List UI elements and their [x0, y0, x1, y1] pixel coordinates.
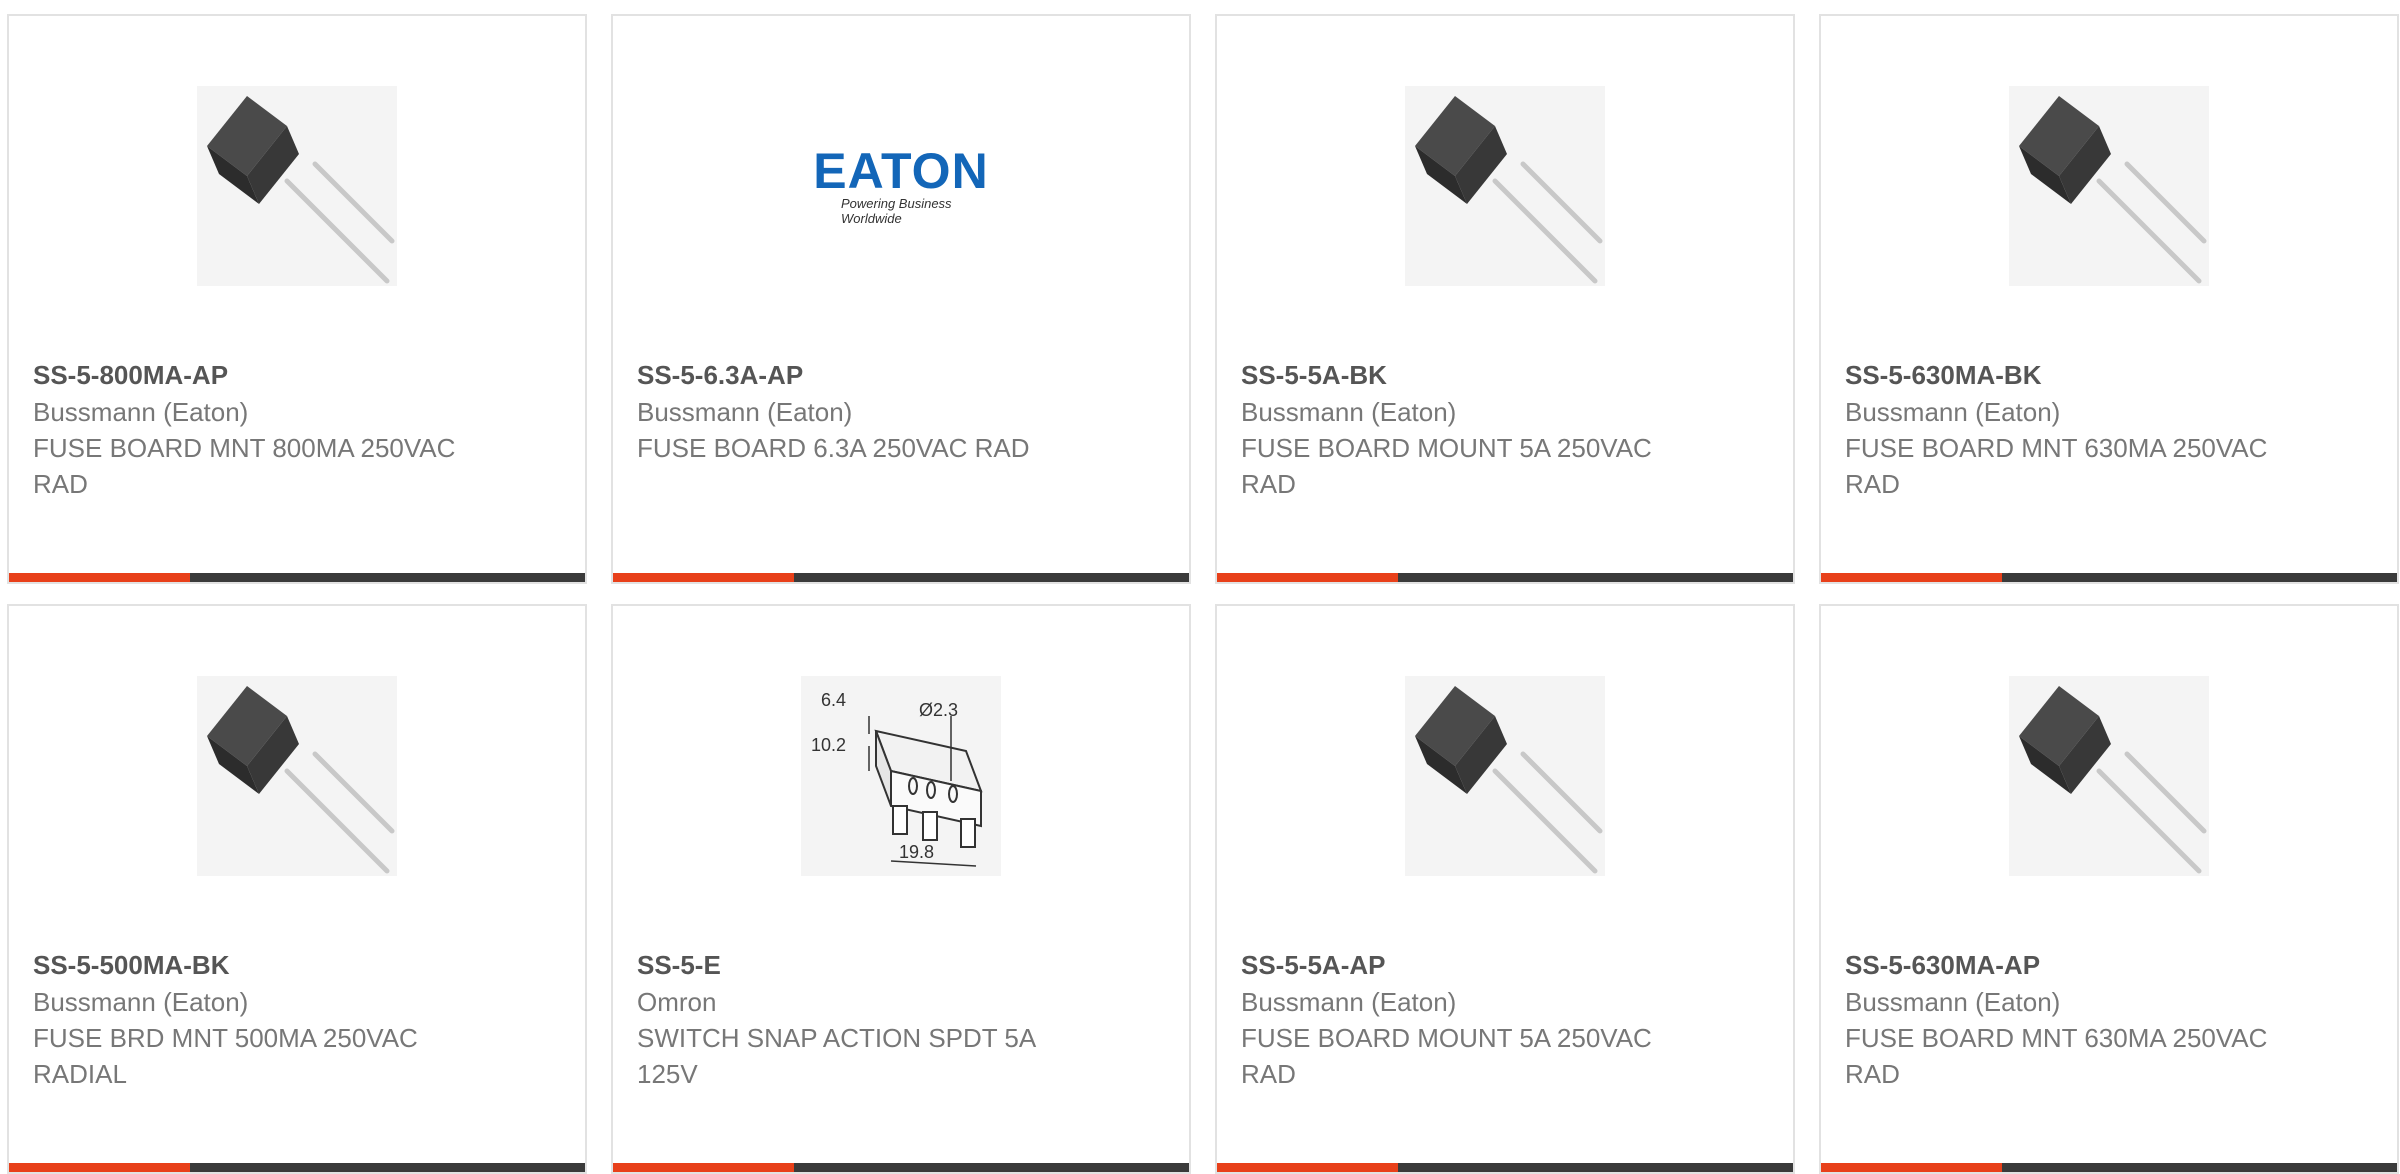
part-number[interactable]: SS-5-5A-BK: [1241, 356, 1769, 394]
card-accent-bar: [9, 573, 191, 582]
manufacturer: Bussmann (Eaton): [1845, 987, 2061, 1017]
description: FUSE BOARD 6.3A 250VAC RAD: [637, 433, 1030, 463]
description: FUSE BOARD MNT 630MA 250VAC RAD: [1845, 1023, 2268, 1089]
product-image[interactable]: 6.4 Ø2.3 10.2 19.8: [801, 676, 1001, 876]
product-card[interactable]: SS-5-500MA-BK Bussmann (Eaton) FUSE BRD …: [7, 604, 587, 1174]
fuse-icon: [1415, 686, 1603, 874]
product-card[interactable]: SS-5-5A-BK Bussmann (Eaton) FUSE BOARD M…: [1215, 14, 1795, 584]
part-number[interactable]: SS-5-5A-AP: [1241, 946, 1769, 984]
card-accent-bar: [9, 1163, 191, 1172]
card-bottom-bar: [1821, 1163, 2397, 1172]
dimension-label: 6.4: [821, 690, 846, 710]
card-accent-bar: [1821, 573, 2003, 582]
product-card[interactable]: SS-5-630MA-BK Bussmann (Eaton) FUSE BOAR…: [1819, 14, 2399, 584]
dimension-label: Ø2.3: [919, 700, 958, 720]
card-bottom-bar: [613, 573, 1189, 582]
manufacturer: Bussmann (Eaton): [33, 397, 249, 427]
product-grid: SS-5-800MA-AP Bussmann (Eaton) FUSE BOAR…: [7, 14, 2399, 1174]
card-accent-bar: [613, 1163, 795, 1172]
fuse-icon: [2019, 96, 2207, 284]
manufacturer: Bussmann (Eaton): [33, 987, 249, 1017]
card-bottom-bar: [9, 573, 585, 582]
card-accent-bar: [1217, 1163, 1399, 1172]
part-number[interactable]: SS-5-6.3A-AP: [637, 356, 1165, 394]
part-number[interactable]: SS-5-630MA-AP: [1845, 946, 2373, 984]
product-card[interactable]: 6.4 Ø2.3 10.2 19.8 SS-5-E Omron SWITCH S…: [611, 604, 1191, 1174]
card-bottom-bar: [1821, 573, 2397, 582]
logo-word: EATON: [813, 143, 989, 199]
description: FUSE BOARD MNT 800MA 250VAC RAD: [33, 433, 456, 499]
description: FUSE BOARD MOUNT 5A 250VAC RAD: [1241, 1023, 1652, 1089]
part-number[interactable]: SS-5-800MA-AP: [33, 356, 561, 394]
product-image[interactable]: EATON Powering Business Worldwide: [801, 86, 1001, 286]
eaton-logo: EATON Powering Business Worldwide: [801, 146, 1001, 226]
manufacturer: Omron: [637, 987, 717, 1017]
dimension-label: 19.8: [899, 842, 934, 862]
part-number[interactable]: SS-5-630MA-BK: [1845, 356, 2373, 394]
dimension-label: 10.2: [811, 735, 846, 755]
fuse-icon: [207, 686, 395, 874]
card-accent-bar: [613, 573, 795, 582]
product-image[interactable]: [197, 86, 397, 286]
fuse-icon: [2019, 686, 2207, 874]
product-image[interactable]: [2009, 86, 2209, 286]
product-image[interactable]: [1405, 86, 1605, 286]
fuse-icon: [1415, 96, 1603, 284]
card-accent-bar: [1821, 1163, 2003, 1172]
manufacturer: Bussmann (Eaton): [1241, 987, 1457, 1017]
logo-tagline: Powering Business Worldwide: [841, 196, 952, 226]
product-image[interactable]: [1405, 676, 1605, 876]
product-image[interactable]: [197, 676, 397, 876]
manufacturer: Bussmann (Eaton): [1241, 397, 1457, 427]
product-card[interactable]: SS-5-800MA-AP Bussmann (Eaton) FUSE BOAR…: [7, 14, 587, 584]
product-card[interactable]: EATON Powering Business Worldwide SS-5-6…: [611, 14, 1191, 584]
description: FUSE BOARD MNT 630MA 250VAC RAD: [1845, 433, 2268, 499]
product-card[interactable]: SS-5-630MA-AP Bussmann (Eaton) FUSE BOAR…: [1819, 604, 2399, 1174]
fuse-icon: [207, 96, 395, 284]
card-bottom-bar: [9, 1163, 585, 1172]
manufacturer: Bussmann (Eaton): [1845, 397, 2061, 427]
part-number[interactable]: SS-5-500MA-BK: [33, 946, 561, 984]
description: FUSE BRD MNT 500MA 250VAC RADIAL: [33, 1023, 418, 1089]
card-bottom-bar: [613, 1163, 1189, 1172]
card-accent-bar: [1217, 573, 1399, 582]
product-card[interactable]: SS-5-5A-AP Bussmann (Eaton) FUSE BOARD M…: [1215, 604, 1795, 1174]
product-image[interactable]: [2009, 676, 2209, 876]
description: FUSE BOARD MOUNT 5A 250VAC RAD: [1241, 433, 1652, 499]
part-number[interactable]: SS-5-E: [637, 946, 1165, 984]
card-bottom-bar: [1217, 573, 1793, 582]
description: SWITCH SNAP ACTION SPDT 5A 125V: [637, 1023, 1035, 1089]
card-bottom-bar: [1217, 1163, 1793, 1172]
manufacturer: Bussmann (Eaton): [637, 397, 853, 427]
snap-switch-diagram: 6.4 Ø2.3 10.2 19.8: [811, 690, 983, 867]
